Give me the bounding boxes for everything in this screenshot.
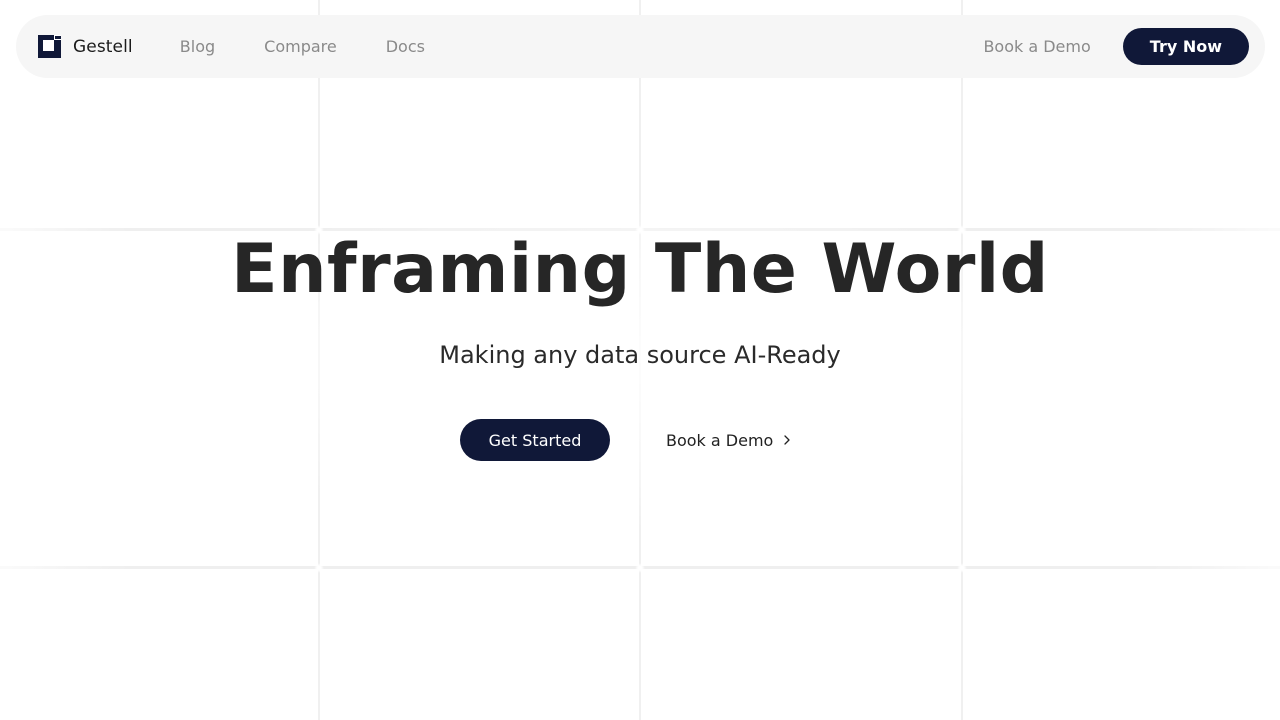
nav-link-blog[interactable]: Blog (180, 37, 215, 56)
brand-home-link[interactable]: Gestell (38, 35, 133, 58)
gestell-logo-icon (38, 35, 61, 58)
hero-cta-row: Get Started Book a Demo (460, 419, 791, 461)
nav-links: Blog Compare Docs (180, 37, 425, 56)
hero-title: Enframing The World (231, 230, 1049, 309)
hero-book-demo-link[interactable]: Book a Demo (666, 431, 791, 450)
nav-link-docs[interactable]: Docs (386, 37, 425, 56)
get-started-button[interactable]: Get Started (460, 419, 610, 461)
grid-node (957, 563, 967, 573)
hero-book-demo-label: Book a Demo (666, 430, 774, 450)
brand-name: Gestell (73, 36, 133, 57)
nav-actions: Book a Demo Try Now (983, 28, 1249, 65)
chevron-right-icon (784, 435, 790, 445)
landing-page: Gestell Blog Compare Docs Book a Demo Tr… (0, 0, 1280, 720)
nav-book-demo-link[interactable]: Book a Demo (983, 37, 1090, 56)
grid-node (314, 563, 324, 573)
top-nav: Gestell Blog Compare Docs Book a Demo Tr… (16, 15, 1265, 78)
grid-node (635, 563, 645, 573)
try-now-button[interactable]: Try Now (1122, 28, 1249, 65)
nav-link-compare[interactable]: Compare (264, 37, 337, 56)
hero-subtitle: Making any data source AI-Ready (439, 341, 841, 369)
